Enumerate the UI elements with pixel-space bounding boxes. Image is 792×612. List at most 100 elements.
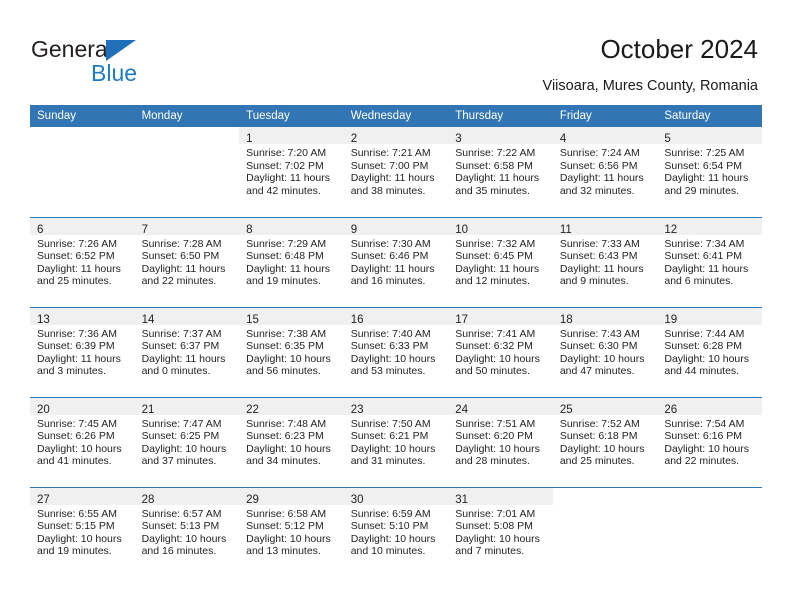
day-number: 9: [350, 223, 358, 236]
calendar-day-cell[interactable]: 31 Sunrise: 7:01 AM Sunset: 5:08 PM Dayligh…: [448, 486, 553, 577]
day-cell-content: 7 Sunrise: 7:28 AM Sunset: 6:50 PM Daylight…: [134, 217, 240, 307]
calendar-day-cell[interactable]: 24 Sunrise: 7:51 AM Sunset: 6:20 PM Dayligh…: [448, 396, 553, 487]
day-number: 4: [559, 133, 567, 145]
sunrise-time: Sunrise: 7:20 AM: [246, 147, 327, 159]
daylight-duration-line1: Daylight: 10 hours: [141, 442, 227, 455]
weekday-header-tuesday: Tuesday: [239, 105, 344, 127]
day-number: 27: [37, 493, 50, 506]
sunrise-time: Sunrise: 7:26 AM: [37, 237, 117, 250]
daylight-duration-line1: Daylight: 10 hours: [37, 532, 122, 545]
daylight-duration-line2: and 35 minutes.: [455, 184, 530, 197]
sun-times-details: Sunrise: 6:58 AM Sunset: 5:12 PM Daylight:…: [239, 505, 344, 558]
daylight-duration-line2: and 16 minutes.: [141, 545, 217, 558]
day-number-band: 15: [239, 307, 344, 326]
daylight-duration-line1: Daylight: 11 hours: [559, 172, 644, 185]
calendar-day-cell[interactable]: 16 Sunrise: 7:40 AM Sunset: 6:33 PM Dayligh…: [343, 306, 449, 397]
calendar-day-cell[interactable]: 28 Sunrise: 6:57 AM Sunset: 5:13 PM Dayligh…: [134, 486, 240, 577]
day-number-band: 23: [343, 397, 449, 416]
calendar-grid: Sunday Monday Tuesday Wednesday Thursday Frid…: [30, 105, 762, 577]
calendar-day-cell[interactable]: 1 Sunrise: 7:20 AM Sunset: 7:02 PM Daylight…: [239, 127, 344, 217]
sunset-time: Sunset: 5:08 PM: [455, 520, 533, 533]
daylight-duration-line2: and 32 minutes.: [559, 184, 635, 197]
calendar-day-cell[interactable]: 10 Sunrise: 7:32 AM Sunset: 6:45 PM Dayligh…: [448, 216, 553, 307]
calendar-day-cell[interactable]: 7 Sunrise: 7:28 AM Sunset: 6:50 PM Daylight…: [134, 216, 240, 307]
page-title: October 2024: [600, 34, 758, 64]
calendar-day-cell[interactable]: 4 Sunrise: 7:24 AM Sunset: 6:56 PM Daylight…: [552, 127, 658, 217]
daylight-duration-line2: and 9 minutes.: [559, 275, 629, 288]
sunrise-time: Sunrise: 7:28 AM: [141, 237, 222, 250]
calendar-day-cell[interactable]: 3 Sunrise: 7:22 AM Sunset: 6:58 PM Daylight…: [448, 127, 553, 217]
day-cell-content: 28 Sunrise: 6:57 AM Sunset: 5:13 PM Dayligh…: [134, 487, 240, 577]
sunrise-time: Sunrise: 7:54 AM: [664, 417, 745, 430]
daylight-duration-line2: and 22 minutes.: [141, 275, 217, 288]
calendar-day-cell[interactable]: 12 Sunrise: 7:34 AM Sunset: 6:41 PM Dayligh…: [657, 216, 762, 307]
day-number: 31: [455, 493, 469, 506]
day-cell-content: 13 Sunrise: 7:36 AM Sunset: 6:39 PM Dayligh…: [30, 307, 135, 397]
daylight-duration-line1: Daylight: 11 hours: [246, 262, 330, 275]
logo-word-general: General: [31, 36, 113, 62]
day-number: 11: [559, 223, 572, 236]
calendar-day-cell[interactable]: 19 Sunrise: 7:44 AM Sunset: 6:28 PM Dayligh…: [657, 306, 762, 397]
calendar-day-cell[interactable]: 13 Sunrise: 7:36 AM Sunset: 6:39 PM Dayligh…: [30, 306, 135, 397]
day-number-band: 17: [448, 307, 553, 326]
calendar-day-cell[interactable]: 18 Sunrise: 7:43 AM Sunset: 6:30 PM Dayligh…: [552, 306, 658, 397]
day-number-band: 1: [239, 127, 344, 145]
calendar-day-cell[interactable]: 29 Sunrise: 6:58 AM Sunset: 5:12 PM Dayligh…: [239, 486, 344, 577]
day-number-band: 16: [343, 307, 449, 326]
day-cell-content: 8 Sunrise: 7:29 AM Sunset: 6:48 PM Daylight…: [239, 217, 344, 307]
calendar-day-cell[interactable]: 8 Sunrise: 7:29 AM Sunset: 6:48 PM Daylight…: [239, 216, 344, 307]
day-number: 20: [37, 403, 50, 416]
sunset-time: Sunset: 5:13 PM: [141, 520, 220, 533]
sunrise-time: Sunrise: 7:34 AM: [664, 237, 745, 250]
calendar-day-cell[interactable]: 14 Sunrise: 7:37 AM Sunset: 6:37 PM Dayligh…: [134, 306, 240, 397]
calendar-day-cell[interactable]: 5 Sunrise: 7:25 AM Sunset: 6:54 PM Daylight…: [657, 127, 762, 217]
sunrise-time: Sunrise: 7:43 AM: [559, 327, 640, 340]
calendar-day-cell[interactable]: 15 Sunrise: 7:38 AM Sunset: 6:35 PM Dayligh…: [239, 306, 344, 397]
daylight-duration-line1: Daylight: 10 hours: [559, 442, 645, 455]
daylight-duration-line2: and 53 minutes.: [350, 365, 426, 378]
general-blue-logo[interactable]: General Blue: [31, 36, 221, 88]
day-number-band: 3: [448, 127, 553, 145]
calendar-day-cell[interactable]: 6 Sunrise: 7:26 AM Sunset: 6:52 PM Daylight…: [30, 216, 135, 307]
day-cell-content: [553, 488, 658, 577]
sunrise-time: Sunrise: 6:58 AM: [246, 507, 327, 520]
weekday-header-saturday: Saturday: [657, 105, 762, 127]
calendar-day-cell[interactable]: 23 Sunrise: 7:50 AM Sunset: 6:21 PM Dayligh…: [343, 396, 449, 487]
calendar-day-cell[interactable]: 9 Sunrise: 7:30 AM Sunset: 6:46 PM Daylight…: [343, 216, 449, 307]
sun-times-details: Sunrise: 6:55 AM Sunset: 5:15 PM Daylight:…: [30, 505, 135, 558]
calendar-day-cell[interactable]: 26 Sunrise: 7:54 AM Sunset: 6:16 PM Dayligh…: [657, 396, 762, 487]
calendar-day-cell[interactable]: 2 Sunrise: 7:21 AM Sunset: 7:00 PM Daylight…: [343, 127, 449, 217]
daylight-duration-line1: Daylight: 10 hours: [141, 532, 227, 545]
calendar-week-row: 13 Sunrise: 7:36 AM Sunset: 6:39 PM Dayligh…: [30, 306, 762, 397]
calendar-empty-cell: [135, 127, 240, 217]
daylight-duration-line2: and 16 minutes.: [350, 275, 426, 288]
daylight-duration-line2: and 28 minutes.: [455, 455, 530, 468]
day-cell-content: 26 Sunrise: 7:54 AM Sunset: 6:16 PM Dayligh…: [657, 397, 762, 487]
calendar-page: General Blue October 2024 Viisoara, Mure…: [0, 0, 792, 612]
sunrise-time: Sunrise: 7:47 AM: [141, 417, 222, 430]
calendar-day-cell[interactable]: 20 Sunrise: 7:45 AM Sunset: 6:26 PM Dayligh…: [30, 396, 135, 487]
calendar-week-row: 1 Sunrise: 7:20 AM Sunset: 7:02 PM Daylight…: [30, 127, 762, 217]
calendar-day-cell[interactable]: 17 Sunrise: 7:41 AM Sunset: 6:32 PM Dayligh…: [448, 306, 553, 397]
calendar-day-cell[interactable]: 22 Sunrise: 7:48 AM Sunset: 6:23 PM Dayligh…: [239, 396, 344, 487]
day-cell-content: 17 Sunrise: 7:41 AM Sunset: 6:32 PM Dayligh…: [448, 307, 553, 397]
calendar-day-cell[interactable]: 11 Sunrise: 7:33 AM Sunset: 6:43 PM Dayligh…: [552, 216, 658, 307]
daylight-duration-line1: Daylight: 11 hours: [141, 262, 226, 275]
day-cell-content: 25 Sunrise: 7:52 AM Sunset: 6:18 PM Dayligh…: [552, 397, 658, 487]
weekday-header-monday: Monday: [134, 105, 240, 127]
day-number-band: 20: [30, 397, 135, 416]
sun-times-details: Sunrise: 7:25 AM Sunset: 6:54 PM Daylight:…: [657, 144, 762, 197]
calendar-day-cell[interactable]: 27 Sunrise: 6:55 AM Sunset: 5:15 PM Dayligh…: [30, 486, 135, 577]
sunrise-time: Sunrise: 7:22 AM: [455, 147, 536, 159]
sunset-time: Sunset: 6:54 PM: [664, 159, 743, 172]
sunrise-time: Sunrise: 7:30 AM: [350, 237, 431, 250]
sun-times-details: Sunrise: 7:36 AM Sunset: 6:39 PM Daylight:…: [30, 325, 135, 378]
daylight-duration-line2: and 19 minutes.: [246, 275, 321, 288]
day-number: 7: [141, 223, 148, 236]
logo-word-blue: Blue: [91, 60, 138, 86]
daylight-duration-line2: and 7 minutes.: [455, 545, 525, 558]
calendar-day-cell[interactable]: 21 Sunrise: 7:47 AM Sunset: 6:25 PM Dayligh…: [134, 396, 240, 487]
calendar-day-cell[interactable]: 30 Sunrise: 6:59 AM Sunset: 5:10 PM Dayligh…: [343, 486, 449, 577]
daylight-duration-line2: and 50 minutes.: [455, 365, 530, 378]
calendar-day-cell[interactable]: 25 Sunrise: 7:52 AM Sunset: 6:18 PM Dayligh…: [552, 396, 658, 487]
